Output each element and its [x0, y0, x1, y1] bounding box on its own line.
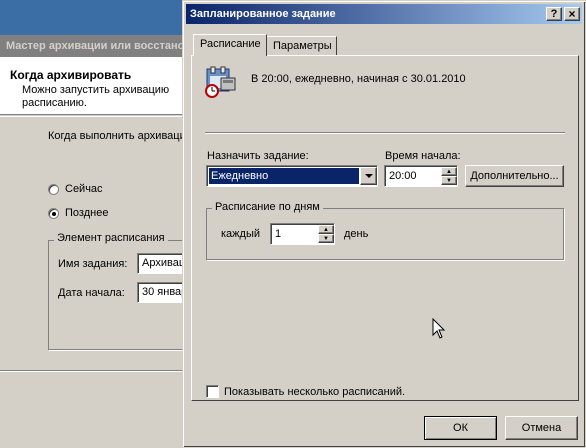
wizard-title-bar: Мастер архивации или восстановления	[0, 35, 190, 57]
scheduled-job-dialog: Запланированное задание ? × Расписание П…	[182, 0, 586, 448]
daily-schedule-group-label: Расписание по дням	[212, 201, 323, 213]
divider	[0, 116, 190, 117]
radio-now[interactable]	[48, 184, 59, 195]
wizard-header-desc-2: расписанию.	[22, 97, 87, 109]
schedule-item-group-label: Элемент расписания	[54, 232, 168, 244]
every-days-value: 1	[275, 228, 282, 240]
radio-later-label[interactable]: Позднее	[65, 207, 108, 219]
start-time-label: Время начала:	[385, 150, 461, 162]
every-label: каждый	[221, 228, 260, 240]
divider	[0, 371, 190, 372]
day-unit-label: день	[344, 228, 369, 240]
spin-up-icon[interactable]: ▲	[318, 225, 334, 234]
spin-down-icon[interactable]: ▼	[441, 176, 457, 185]
radio-now-label[interactable]: Сейчас	[65, 183, 103, 195]
spin-down-icon[interactable]: ▼	[318, 234, 334, 243]
every-days-spinner[interactable]: ▲ ▼	[318, 225, 334, 243]
chevron-down-icon	[365, 174, 373, 178]
help-button[interactable]: ?	[546, 7, 562, 21]
dialog-title-bar: Запланированное задание ? ×	[186, 4, 582, 24]
tab-schedule-label: Расписание	[200, 38, 261, 50]
schedule-summary: В 20:00, ежедневно, начиная с 30.01.2010	[251, 73, 466, 85]
schedule-type-select[interactable]: Ежедневно	[206, 165, 378, 187]
schedule-type-label: Назначить задание:	[207, 150, 309, 162]
wizard-header: Когда архивировать Можно запустить архив…	[0, 57, 190, 115]
mouse-pointer-icon	[432, 318, 446, 339]
tab-parameters[interactable]: Параметры	[267, 36, 337, 56]
dialog-title: Запланированное задание	[190, 8, 336, 20]
start-time-spinner[interactable]: ▲ ▼	[441, 167, 457, 185]
close-button[interactable]: ×	[564, 7, 580, 21]
tab-parameters-label: Параметры	[273, 40, 332, 52]
job-name-label: Имя задания:	[58, 258, 128, 270]
start-time-field[interactable]: 20:00 ▲ ▼	[384, 165, 458, 187]
advanced-button[interactable]: Дополнительно...	[465, 165, 564, 187]
show-multiple-schedules-label[interactable]: Показывать несколько расписаний.	[224, 386, 405, 398]
tab-schedule[interactable]: Расписание	[193, 34, 267, 56]
start-date-label: Дата начала:	[58, 287, 125, 299]
cancel-button[interactable]: Отмена	[505, 416, 578, 440]
scheduler-icon	[203, 64, 239, 98]
dropdown-button[interactable]	[360, 167, 377, 185]
radio-selected-dot	[52, 212, 56, 216]
spin-up-icon[interactable]: ▲	[441, 167, 457, 176]
ok-button[interactable]: ОК	[424, 416, 497, 440]
schedule-type-value: Ежедневно	[209, 168, 359, 184]
wizard-header-desc-1: Можно запустить архивацию	[22, 84, 170, 96]
radio-later[interactable]	[48, 208, 59, 219]
divider	[205, 133, 565, 134]
show-multiple-schedules-checkbox[interactable]	[206, 385, 219, 398]
wizard-header-title: Когда архивировать	[10, 68, 132, 82]
every-days-field[interactable]: 1 ▲ ▼	[270, 223, 335, 245]
backup-wizard-window: Мастер архивации или восстановления Когд…	[0, 35, 194, 448]
start-time-value: 20:00	[389, 170, 417, 182]
wizard-question: Когда выполнить архивацию	[48, 130, 194, 142]
